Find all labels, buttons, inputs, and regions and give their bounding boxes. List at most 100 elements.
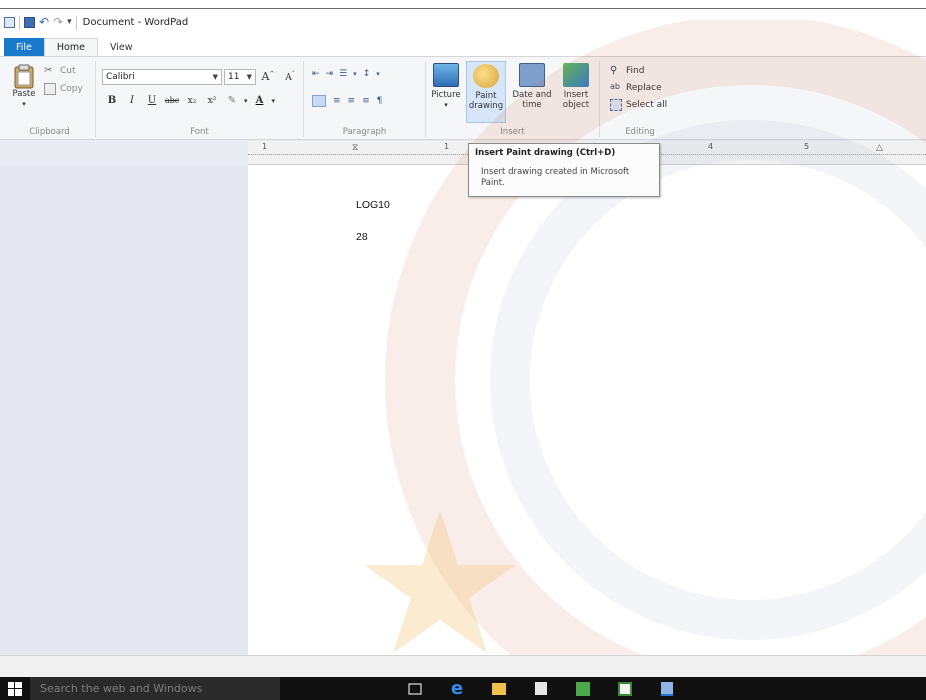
date-time-label-2: time [522,100,542,110]
windows-logo-icon [8,681,22,696]
font-group: Calibri ▼ 11 ▼ A^ Aˇ B I U abc x₂ x² ✎ ▾… [96,61,304,137]
undo-icon[interactable]: ↶ [39,16,49,28]
chevron-down-icon[interactable]: ▾ [353,70,357,78]
italic-icon[interactable]: I [124,95,140,106]
paragraph-group: ⇤ ⇥ ☰ ▾ ↕ ▾ ≡ ≡ ≡ ¶ Paragraph [304,61,426,137]
bold-icon[interactable]: B [104,95,120,106]
save-icon[interactable] [24,17,35,28]
scissors-icon: ✂ [44,65,53,76]
object-icon [563,63,589,87]
paste-dropdown-icon[interactable]: ▾ [22,99,26,109]
tab-home[interactable]: Home [43,38,98,56]
align-right-icon[interactable]: ≡ [348,96,356,106]
select-all-icon [610,99,622,111]
insert-object-label-1: Insert [563,90,589,100]
paste-button[interactable]: Paste ▾ [12,63,36,109]
clipboard-icon [14,64,34,89]
date-time-label-1: Date and [512,90,552,100]
tab-file[interactable]: File [4,38,44,56]
chevron-down-icon[interactable]: ▾ [244,97,248,105]
wordpad-taskbar-icon[interactable] [652,677,682,700]
underline-icon[interactable]: U [144,95,160,106]
bullets-icon[interactable]: ☰ [339,69,347,79]
strikethrough-icon[interactable]: abc [164,96,180,105]
document-page[interactable]: LOG10 28 [248,165,926,655]
select-all-label: Select all [626,100,668,110]
decrease-indent-icon[interactable]: ⇤ [312,69,320,79]
cut-button[interactable]: ✂ Cut [44,65,76,77]
editing-group: ⚲ Find ab Replace Select all Editing [600,61,680,137]
chevron-down-icon[interactable]: ▾ [444,100,448,110]
font-family-combo[interactable]: Calibri ▼ [102,69,222,85]
font-color-icon[interactable]: A [252,95,268,106]
grow-font-icon[interactable]: A^ [260,70,276,83]
copy-button[interactable]: Copy [44,83,83,95]
indent-marker-icon[interactable]: ⧖ [352,143,360,157]
file-explorer-icon[interactable] [484,677,514,700]
clipboard-group: Paste ▾ ✂ Cut Copy Clipboard [4,61,96,137]
ribbon: Paste ▾ ✂ Cut Copy Clipboard Calibri ▼ 1… [0,56,926,140]
justify-icon[interactable]: ≡ [362,96,370,106]
font-family-value: Calibri [106,72,135,82]
paragraph-settings-icon[interactable]: ¶ [377,96,383,106]
align-left-icon[interactable] [312,95,326,107]
find-label: Find [626,66,645,76]
camtasia-icon[interactable] [568,677,598,700]
chevron-down-icon[interactable]: ▼ [213,73,218,81]
paint-drawing-label-2: drawing [468,101,504,111]
select-all-button[interactable]: Select all [610,99,667,111]
chevron-down-icon[interactable]: ▼ [247,73,252,81]
redo-icon[interactable]: ↷ [53,16,63,28]
editing-group-label: Editing [625,127,655,137]
edge-browser-icon[interactable]: e [442,677,472,700]
chevron-down-icon[interactable]: ▾ [376,70,380,78]
tooltip-body: Insert drawing created in Microsoft Pain… [481,167,630,188]
picture-button[interactable]: Picture ▾ [428,63,464,110]
align-center-icon[interactable]: ≡ [333,96,341,106]
date-time-button[interactable]: Date and time [510,63,554,110]
task-view-icon[interactable] [400,677,430,700]
picture-label: Picture [431,90,461,100]
shrink-font-icon[interactable]: Aˇ [282,71,298,83]
calendar-icon [519,63,545,87]
insert-object-button[interactable]: Insert object [556,63,596,110]
highlight-icon[interactable]: ✎ [224,95,240,106]
document-line: 28 [356,231,368,243]
status-bar [0,655,926,677]
font-size-value: 11 [228,72,240,82]
copy-label: Copy [60,84,83,94]
paint-palette-icon [473,64,499,88]
right-indent-marker-icon[interactable]: △ [876,143,884,157]
taskbar-search[interactable]: Search the web and Windows [30,677,280,700]
paint-drawing-button[interactable]: Paint drawing [466,61,506,123]
tab-view[interactable]: View [98,38,145,56]
replace-button[interactable]: ab Replace [610,82,662,94]
chevron-down-icon[interactable]: ▾ [272,97,276,105]
paragraph-group-label: Paragraph [342,127,387,137]
document-icon [4,17,15,28]
picture-icon [433,63,459,87]
separator [75,15,77,30]
replace-label: Replace [626,83,662,93]
ruler-number: 1 [444,142,450,151]
ruler-number: 1 [262,142,268,151]
title-bar: ↶ ↷ ▾ Document - WordPad [0,8,926,36]
camtasia-recorder-icon[interactable] [610,677,640,700]
ruler-number: 5 [804,142,810,151]
start-button[interactable] [0,677,30,700]
line-spacing-icon[interactable]: ↕ [363,69,371,79]
increase-indent-icon[interactable]: ⇥ [326,69,334,79]
find-button[interactable]: ⚲ Find [610,65,644,77]
binoculars-icon: ⚲ [610,65,618,76]
insert-group-label: Insert [500,127,525,137]
font-size-combo[interactable]: 11 ▼ [224,69,256,85]
tooltip-title: Insert Paint drawing (Ctrl+D) [475,148,616,158]
superscript-icon[interactable]: x² [204,96,220,106]
customize-qat-icon[interactable]: ▾ [67,17,72,28]
subscript-icon[interactable]: x₂ [184,96,200,106]
store-icon[interactable] [526,677,556,700]
replace-icon: ab [610,82,620,91]
document-line: LOG10 [356,199,390,211]
window-title: Document - WordPad [82,17,189,28]
clipboard-group-label: Clipboard [29,127,70,137]
